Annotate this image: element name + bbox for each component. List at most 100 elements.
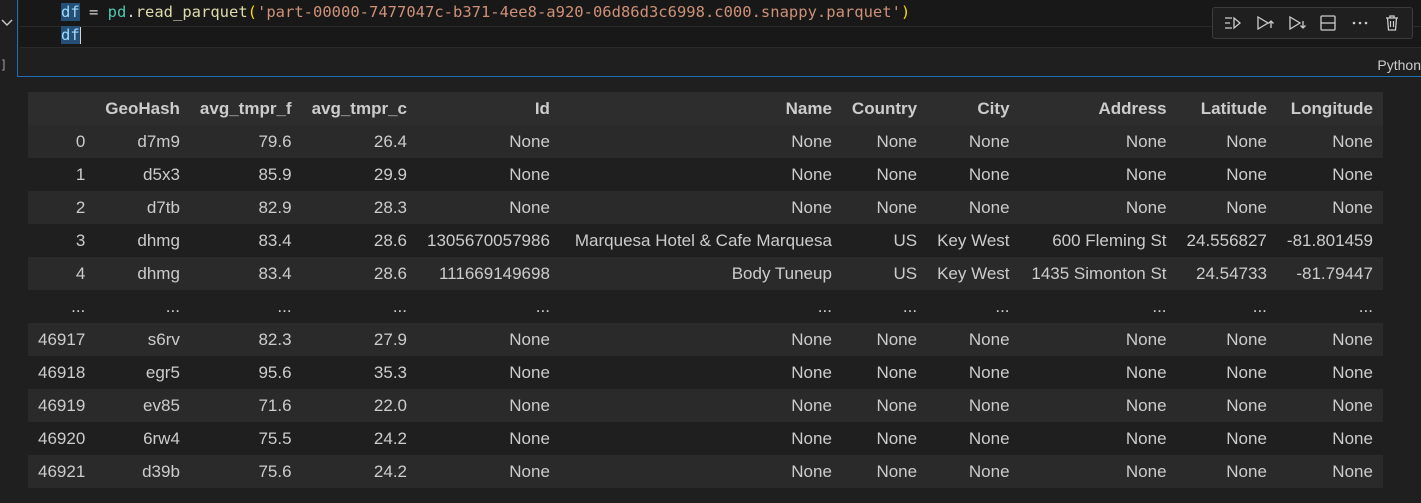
table-cell: d5x3 xyxy=(95,158,190,191)
code-editor[interactable]: df = pd.read_parquet('part-00000-7477047… xyxy=(19,0,1421,48)
table-cell: None xyxy=(559,389,842,422)
table-cell: 83.4 xyxy=(189,224,302,257)
table-cell: None xyxy=(841,158,928,191)
table-cell: None xyxy=(1276,191,1383,224)
cell-collapse-chevron-icon[interactable] xyxy=(0,12,14,32)
row-index-cell: 46917 xyxy=(28,323,96,356)
table-cell: Key West xyxy=(927,257,1020,290)
table-cell: 1305670057986 xyxy=(417,224,560,257)
row-index-cell: 0 xyxy=(28,125,96,158)
cell-language-label[interactable]: Python xyxy=(1377,57,1421,73)
table-cell: 24.2 xyxy=(301,422,417,455)
table-cell: 83.4 xyxy=(189,257,302,290)
table-row: 46921 d39b 75.6 24.2 None None None None None Non… xyxy=(28,455,1383,488)
delete-cell-icon[interactable] xyxy=(1380,11,1404,35)
table-cell: 85.9 xyxy=(189,158,302,191)
table-cell: 28.6 xyxy=(301,257,417,290)
table-cell: ... xyxy=(559,290,842,323)
table-cell: None xyxy=(841,422,928,455)
table-cell: None xyxy=(841,389,928,422)
code-token-operator: = xyxy=(79,3,108,21)
table-cell: 75.6 xyxy=(189,455,302,488)
row-index-cell: 1 xyxy=(28,158,96,191)
table-cell: ... xyxy=(1176,290,1277,323)
table-cell: None xyxy=(417,356,560,389)
column-header: Country xyxy=(841,92,928,125)
table-row: 46918 egr5 95.6 35.3 None None None None None Non… xyxy=(28,356,1383,389)
table-cell: None xyxy=(927,455,1020,488)
table-cell: None xyxy=(559,323,842,356)
row-index-cell: 4 xyxy=(28,257,96,290)
table-cell: None xyxy=(1276,323,1383,356)
table-row: 1 d5x3 85.9 29.9 None None None None None None Non… xyxy=(28,158,1383,191)
code-cell[interactable]: df = pd.read_parquet('part-00000-7477047… xyxy=(17,0,1421,77)
table-cell: 79.6 xyxy=(189,125,302,158)
table-cell: None xyxy=(417,191,560,224)
table-cell: None xyxy=(1019,356,1177,389)
table-cell: 6rw4 xyxy=(95,422,190,455)
code-line-2[interactable]: df xyxy=(61,24,81,46)
table-cell: 35.3 xyxy=(301,356,417,389)
table-cell: None xyxy=(1019,389,1177,422)
row-index-cell: 46921 xyxy=(28,455,96,488)
table-cell: 75.5 xyxy=(189,422,302,455)
table-cell: 28.6 xyxy=(301,224,417,257)
execute-above-icon[interactable] xyxy=(1253,11,1277,35)
code-token-paren-open: ( xyxy=(247,3,258,21)
table-cell: Marquesa Hotel & Cafe Marquesa xyxy=(559,224,842,257)
table-cell: 28.3 xyxy=(301,191,417,224)
table-cell: None xyxy=(841,455,928,488)
output-collapse-marker[interactable]: ] xyxy=(0,58,7,72)
column-header: Id xyxy=(417,92,560,125)
table-cell: None xyxy=(1276,158,1383,191)
row-index-cell: ... xyxy=(28,290,96,323)
execute-below-icon[interactable] xyxy=(1285,11,1309,35)
table-cell: None xyxy=(1176,422,1277,455)
column-header: avg_tmpr_f xyxy=(189,92,302,125)
table-cell: None xyxy=(1276,356,1383,389)
table-cell: None xyxy=(1276,455,1383,488)
table-cell: dhmg xyxy=(95,224,190,257)
current-line-highlight xyxy=(20,26,1421,48)
table-cell: None xyxy=(841,323,928,356)
table-cell: 1435 Simonton St xyxy=(1019,257,1177,290)
table-cell: Body Tuneup xyxy=(559,257,842,290)
table-cell: None xyxy=(559,125,842,158)
table-cell: -81.801459 xyxy=(1276,224,1383,257)
table-header-row: GeoHash avg_tmpr_f avg_tmpr_c Id Name Co… xyxy=(28,92,1383,125)
table-cell: None xyxy=(559,422,842,455)
table-cell: 71.6 xyxy=(189,389,302,422)
row-index-cell: 2 xyxy=(28,191,96,224)
table-cell: -81.79447 xyxy=(1276,257,1383,290)
table-cell: 82.3 xyxy=(189,323,302,356)
table-cell: US xyxy=(841,224,928,257)
table-cell: 82.9 xyxy=(189,191,302,224)
table-cell: None xyxy=(559,191,842,224)
run-by-line-icon[interactable] xyxy=(1221,11,1245,35)
table-cell: None xyxy=(559,356,842,389)
table-row: 4 dhmg 83.4 28.6 111669149698 Body Tuneup US Ke… xyxy=(28,257,1383,290)
table-cell: None xyxy=(1019,455,1177,488)
table-cell: None xyxy=(417,389,560,422)
table-row: 3 dhmg 83.4 28.6 1305670057986 Marquesa Hotel… xyxy=(28,224,1383,257)
table-cell: None xyxy=(1176,125,1277,158)
column-header: avg_tmpr_c xyxy=(301,92,417,125)
table-cell: None xyxy=(927,323,1020,356)
row-index-cell: 3 xyxy=(28,224,96,257)
table-cell: egr5 xyxy=(95,356,190,389)
column-header: GeoHash xyxy=(95,92,190,125)
table-cell: 111669149698 xyxy=(417,257,560,290)
more-actions-icon[interactable] xyxy=(1348,11,1372,35)
table-cell: dhmg xyxy=(95,257,190,290)
split-cell-icon[interactable] xyxy=(1316,11,1340,35)
code-line-1[interactable]: df = pd.read_parquet('part-00000-7477047… xyxy=(61,1,910,23)
table-cell: None xyxy=(1019,125,1177,158)
row-index-cell: 46919 xyxy=(28,389,96,422)
table-cell: 600 Fleming St xyxy=(1019,224,1177,257)
code-token-variable: df xyxy=(61,3,80,21)
table-cell: None xyxy=(1019,158,1177,191)
table-cell: None xyxy=(1176,191,1277,224)
table-cell: s6rv xyxy=(95,323,190,356)
table-cell: d7tb xyxy=(95,191,190,224)
code-token-module: pd xyxy=(107,3,127,21)
